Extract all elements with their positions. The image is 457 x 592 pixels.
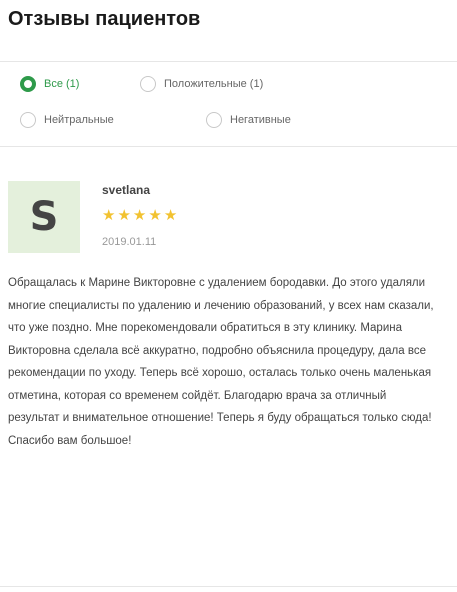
star-icon: ★ — [148, 207, 162, 224]
filter-negative[interactable]: Негативные — [206, 112, 291, 128]
radio-button[interactable] — [20, 76, 36, 92]
review-text: Обращалась к Марине Викторовне с удалени… — [8, 277, 434, 447]
star-icon: ★ — [132, 207, 147, 224]
radio-button[interactable] — [20, 112, 36, 128]
filter-negative-label: Негативные — [230, 114, 291, 126]
filter-positive-label: Положительные (1) — [164, 78, 264, 90]
filter-all[interactable]: Все (1) — [20, 76, 79, 92]
page-title: Отзывы пациентов — [8, 8, 201, 30]
filter-positive[interactable]: Положительные (1) — [140, 76, 263, 92]
divider — [0, 586, 457, 587]
star-icon: ★ — [117, 207, 131, 224]
filter-all-label: Все (1) — [44, 78, 80, 90]
star-icon: ★ — [163, 207, 178, 224]
divider — [0, 61, 457, 62]
filter-neutral-label: Нейтральные — [44, 114, 114, 126]
divider — [0, 146, 457, 147]
radio-button[interactable] — [206, 112, 222, 128]
avatar: S — [8, 181, 80, 253]
review-date: 2019.01.11 — [102, 236, 157, 248]
rating-stars: ★ ★ ★ ★ ★ — [102, 208, 177, 224]
review-author: svetlana — [102, 183, 151, 197]
filter-neutral[interactable]: Нейтральные — [20, 112, 114, 128]
radio-button[interactable] — [140, 76, 156, 92]
star-icon: ★ — [102, 207, 116, 224]
